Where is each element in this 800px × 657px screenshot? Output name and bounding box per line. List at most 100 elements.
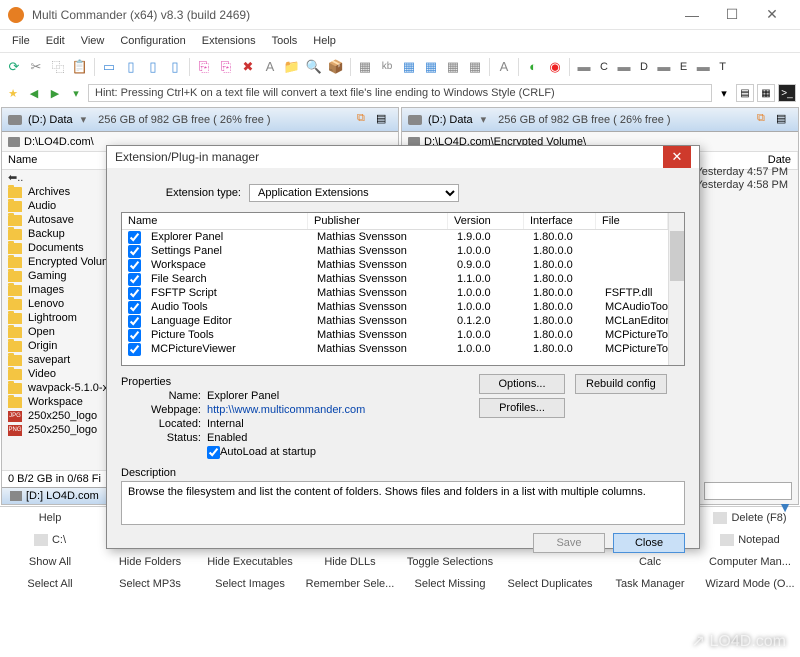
cmd-button[interactable]: Notepad bbox=[700, 529, 800, 551]
sel4-icon[interactable]: ▦ bbox=[465, 57, 485, 77]
cmd-button[interactable]: Show All bbox=[0, 551, 100, 573]
table-row[interactable]: Explorer PanelMathias Svensson1.9.0.01.8… bbox=[122, 230, 684, 244]
history-icon[interactable]: ▾ bbox=[67, 84, 85, 102]
row-checkbox[interactable] bbox=[128, 301, 141, 314]
drive-d-icon[interactable]: ▬ bbox=[614, 57, 634, 77]
right-drive-name[interactable]: (D:) Data bbox=[428, 114, 473, 126]
mode2-icon[interactable]: ▦ bbox=[757, 84, 775, 102]
hint-chev-icon[interactable]: ▾ bbox=[715, 84, 733, 102]
scrollbar[interactable] bbox=[668, 213, 684, 365]
panel-btn2-icon[interactable]: ▤ bbox=[776, 112, 792, 128]
extension-type-select[interactable]: Application Extensions bbox=[249, 184, 459, 202]
drive-t-icon[interactable]: ▬ bbox=[693, 57, 713, 77]
mode1-icon[interactable]: ▤ bbox=[736, 84, 754, 102]
table-row[interactable]: Audio ToolsMathias Svensson1.0.0.01.80.0… bbox=[122, 300, 684, 314]
panel-btn1-icon[interactable]: ⧉ bbox=[357, 112, 373, 128]
cmd-button[interactable]: Select MP3s bbox=[100, 573, 200, 595]
sel3-icon[interactable]: ▦ bbox=[443, 57, 463, 77]
cmd-button[interactable]: Select All bbox=[0, 573, 100, 595]
menu-help[interactable]: Help bbox=[305, 33, 344, 49]
drive-e-icon[interactable]: ▬ bbox=[654, 57, 674, 77]
fav-icon[interactable]: ★ bbox=[4, 84, 22, 102]
maximize-button[interactable]: ☐ bbox=[712, 0, 752, 30]
panel-btn2-icon[interactable]: ▤ bbox=[376, 112, 392, 128]
calc-icon[interactable]: ▦ bbox=[355, 57, 375, 77]
text-icon[interactable]: A bbox=[494, 57, 514, 77]
row-checkbox[interactable] bbox=[128, 287, 141, 300]
panel3-icon[interactable]: ▯ bbox=[165, 57, 185, 77]
sel2-icon[interactable]: ▦ bbox=[421, 57, 441, 77]
search-icon[interactable]: 🔍 bbox=[304, 57, 324, 77]
right-cmd-input[interactable] bbox=[704, 482, 792, 500]
table-row[interactable]: File SearchMathias Svensson1.1.0.01.80.0… bbox=[122, 272, 684, 286]
col-version[interactable]: Version bbox=[448, 213, 524, 229]
paste-icon[interactable]: 📋 bbox=[70, 57, 90, 77]
table-row[interactable]: WorkspaceMathias Svensson0.9.0.01.80.0.0 bbox=[122, 258, 684, 272]
cmd-button[interactable]: Remember Sele... bbox=[300, 573, 400, 595]
options-button[interactable]: Options... bbox=[479, 374, 565, 394]
table-row[interactable]: Language EditorMathias Svensson0.1.2.01.… bbox=[122, 314, 684, 328]
dialog-close-button[interactable]: ✕ bbox=[663, 146, 691, 168]
drive-d-label[interactable]: D bbox=[636, 61, 652, 73]
cmd-button[interactable]: Select Duplicates bbox=[500, 573, 600, 595]
menu-tools[interactable]: Tools bbox=[264, 33, 306, 49]
autoload-checkbox[interactable] bbox=[207, 446, 220, 459]
drive-e-label[interactable]: E bbox=[676, 61, 691, 73]
row-checkbox[interactable] bbox=[128, 259, 141, 272]
mode3-icon[interactable]: >_ bbox=[778, 84, 796, 102]
row-checkbox[interactable] bbox=[128, 245, 141, 258]
colors-icon[interactable]: ◉ bbox=[545, 57, 565, 77]
copy-icon[interactable]: ⿻ bbox=[48, 57, 68, 77]
menu-extensions[interactable]: Extensions bbox=[194, 33, 264, 49]
forward-icon[interactable]: ▶ bbox=[46, 84, 64, 102]
panel-btn1-icon[interactable]: ⧉ bbox=[757, 112, 773, 128]
chevron-down-icon[interactable]: ▾ bbox=[481, 113, 487, 126]
view-icon[interactable]: ▭ bbox=[99, 57, 119, 77]
close-button[interactable]: ✕ bbox=[752, 0, 792, 30]
col-name[interactable]: Name bbox=[122, 213, 308, 229]
rebuild-config-button[interactable]: Rebuild config bbox=[575, 374, 667, 394]
row-checkbox[interactable] bbox=[128, 315, 141, 328]
col-interface[interactable]: Interface bbox=[524, 213, 596, 229]
move-file-icon[interactable]: ⎘ bbox=[216, 57, 236, 77]
cmd-button[interactable]: Task Manager bbox=[600, 573, 700, 595]
row-checkbox[interactable] bbox=[128, 343, 141, 356]
table-row[interactable]: Settings PanelMathias Svensson1.0.0.01.8… bbox=[122, 244, 684, 258]
table-row[interactable]: Picture ToolsMathias Svensson1.0.0.01.80… bbox=[122, 328, 684, 342]
table-row[interactable]: MCPictureViewerMathias Svensson1.0.0.01.… bbox=[122, 342, 684, 356]
pack-icon[interactable]: 📦 bbox=[326, 57, 346, 77]
profiles-button[interactable]: Profiles... bbox=[479, 398, 565, 418]
row-checkbox[interactable] bbox=[128, 231, 141, 244]
col-publisher[interactable]: Publisher bbox=[308, 213, 448, 229]
cut-icon[interactable]: ✂ bbox=[26, 57, 46, 77]
drive-t-label[interactable]: T bbox=[715, 61, 730, 73]
kb-icon[interactable]: kb bbox=[377, 57, 397, 77]
refresh-icon[interactable]: ⟳ bbox=[4, 57, 24, 77]
green-icon[interactable]: ◐ bbox=[523, 57, 543, 77]
menu-view[interactable]: View bbox=[73, 33, 113, 49]
table-row[interactable]: FSFTP ScriptMathias Svensson1.0.0.01.80.… bbox=[122, 286, 684, 300]
cmd-button[interactable]: Computer Man... bbox=[700, 551, 800, 573]
cmd-button[interactable]: C:\ bbox=[0, 529, 100, 551]
cmd-button[interactable]: Help bbox=[0, 507, 100, 529]
cmd-button[interactable]: Select Images bbox=[200, 573, 300, 595]
prop-webpage-link[interactable]: http:\\www.multicommander.com bbox=[207, 404, 365, 416]
drive-c-label[interactable]: C bbox=[596, 61, 612, 73]
chevron-down-icon[interactable]: ▾ bbox=[81, 113, 87, 126]
close-button[interactable]: Close bbox=[613, 533, 685, 553]
panel2-icon[interactable]: ▯ bbox=[143, 57, 163, 77]
menu-configuration[interactable]: Configuration bbox=[112, 33, 193, 49]
left-drive-name[interactable]: (D:) Data bbox=[28, 114, 73, 126]
back-icon[interactable]: ◀ bbox=[25, 84, 43, 102]
drive-c-icon[interactable]: ▬ bbox=[574, 57, 594, 77]
cmd-button[interactable]: Wizard Mode (O... bbox=[700, 573, 800, 595]
menu-file[interactable]: File bbox=[4, 33, 38, 49]
copy-file-icon[interactable]: ⎘ bbox=[194, 57, 214, 77]
rename-icon[interactable]: A bbox=[260, 57, 280, 77]
cmd-button[interactable]: Select Missing bbox=[400, 573, 500, 595]
filter-icon[interactable]: ▼ bbox=[778, 499, 792, 515]
save-button[interactable]: Save bbox=[533, 533, 605, 553]
panel1-icon[interactable]: ▯ bbox=[121, 57, 141, 77]
delete-icon[interactable]: ✖ bbox=[238, 57, 258, 77]
sel1-icon[interactable]: ▦ bbox=[399, 57, 419, 77]
